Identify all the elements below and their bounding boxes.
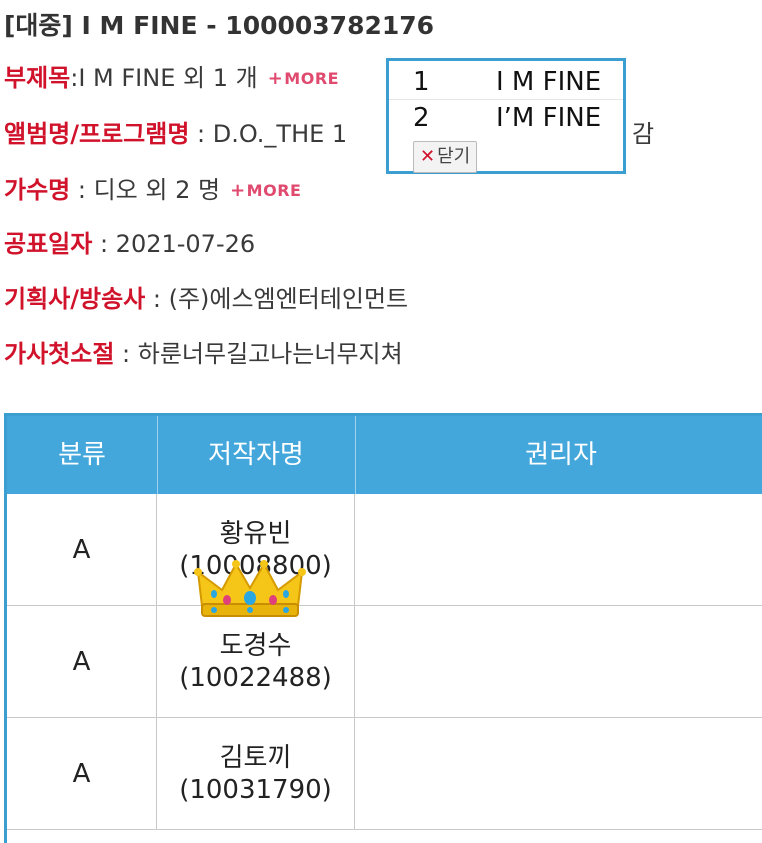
info-release-date-row: 공표일자 : 2021-07-26 bbox=[4, 224, 255, 264]
company-value: : (주)에스엠엔터테인먼트 bbox=[145, 285, 409, 313]
table-row: A 김토끼(10031790) bbox=[7, 718, 762, 830]
info-subtitle-row: 부제목:I M FINE 외 1 개 +MORE bbox=[4, 58, 339, 98]
cell-author: 김토끼(10031790) bbox=[157, 718, 355, 829]
plus-icon: + bbox=[267, 68, 284, 89]
artist-value: : 디오 외 2 명 bbox=[70, 176, 221, 204]
info-first-lyric-row: 가사첫소절 : 하룬너무길고나는너무지쳐 bbox=[4, 334, 403, 374]
more-label: MORE bbox=[284, 69, 340, 88]
header-author: 저작자명 bbox=[157, 416, 356, 494]
info-artist-row: 가수명 : 디오 외 2 명 +MORE bbox=[4, 170, 301, 210]
table-header: 분류 저작자명 권리자 bbox=[7, 416, 762, 494]
popup-list-item[interactable]: 2 I’M FINE bbox=[389, 101, 623, 135]
cell-holder bbox=[355, 494, 762, 605]
authors-table: 분류 저작자명 권리자 A 황유빈(10008800) A 도경수(100224… bbox=[4, 413, 762, 843]
more-label: MORE bbox=[246, 181, 302, 200]
artist-label: 가수명 bbox=[4, 176, 71, 204]
first-lyric-label: 가사첫소절 bbox=[4, 340, 115, 368]
cell-category: A bbox=[7, 606, 157, 717]
crown-icon bbox=[194, 560, 306, 617]
cell-category: A bbox=[7, 718, 157, 829]
plus-icon: + bbox=[230, 180, 246, 201]
cell-holder bbox=[355, 718, 762, 829]
album-value: : D.O._THE 1 bbox=[189, 120, 348, 148]
subtitle-label: 부제목 bbox=[4, 64, 71, 92]
table-row: A 황유빈(10008800) bbox=[7, 494, 762, 606]
popup-close-button[interactable]: ✕ 닫기 bbox=[413, 141, 478, 173]
release-date-label: 공표일자 bbox=[4, 230, 93, 258]
popup-item-name: I M FINE bbox=[496, 67, 602, 97]
subtitle-popup: 1 I M FINE 2 I’M FINE ✕ 닫기 bbox=[386, 58, 626, 174]
header-category: 분류 bbox=[7, 416, 158, 494]
popup-item-number: 1 bbox=[413, 67, 430, 97]
header-holder: 권리자 bbox=[525, 440, 597, 470]
info-album-row: 앨범명/프로그램명 : D.O._THE 1 bbox=[4, 114, 347, 154]
album-label: 앨범명/프로그램명 bbox=[4, 120, 190, 148]
cell-author: 도경수(10022488) bbox=[157, 606, 355, 717]
table-row: A 도경수(10022488) bbox=[7, 606, 762, 718]
cell-category: A bbox=[7, 494, 157, 605]
popup-list-item[interactable]: 1 I M FINE bbox=[389, 65, 623, 100]
popup-item-name: I’M FINE bbox=[496, 103, 602, 133]
cell-holder bbox=[355, 606, 762, 717]
close-icon: ✕ bbox=[420, 146, 436, 167]
company-label: 기획사/방송사 bbox=[4, 285, 146, 313]
release-date-value: : 2021-07-26 bbox=[92, 230, 256, 258]
subtitle-more-button[interactable]: +MORE bbox=[268, 59, 339, 99]
album-value-tail: 감 bbox=[632, 120, 655, 148]
info-company-row: 기획사/방송사 : (주)에스엠엔터테인먼트 bbox=[4, 279, 408, 319]
first-lyric-value: : 하룬너무길고나는너무지쳐 bbox=[114, 340, 403, 368]
page-title: [대중] I M FINE - 100003782176 bbox=[4, 11, 435, 40]
artist-more-button[interactable]: +MORE bbox=[230, 171, 301, 211]
close-label: 닫기 bbox=[437, 146, 471, 167]
subtitle-value: :I M FINE 외 1 개 bbox=[70, 64, 258, 92]
popup-item-number: 2 bbox=[413, 103, 430, 133]
